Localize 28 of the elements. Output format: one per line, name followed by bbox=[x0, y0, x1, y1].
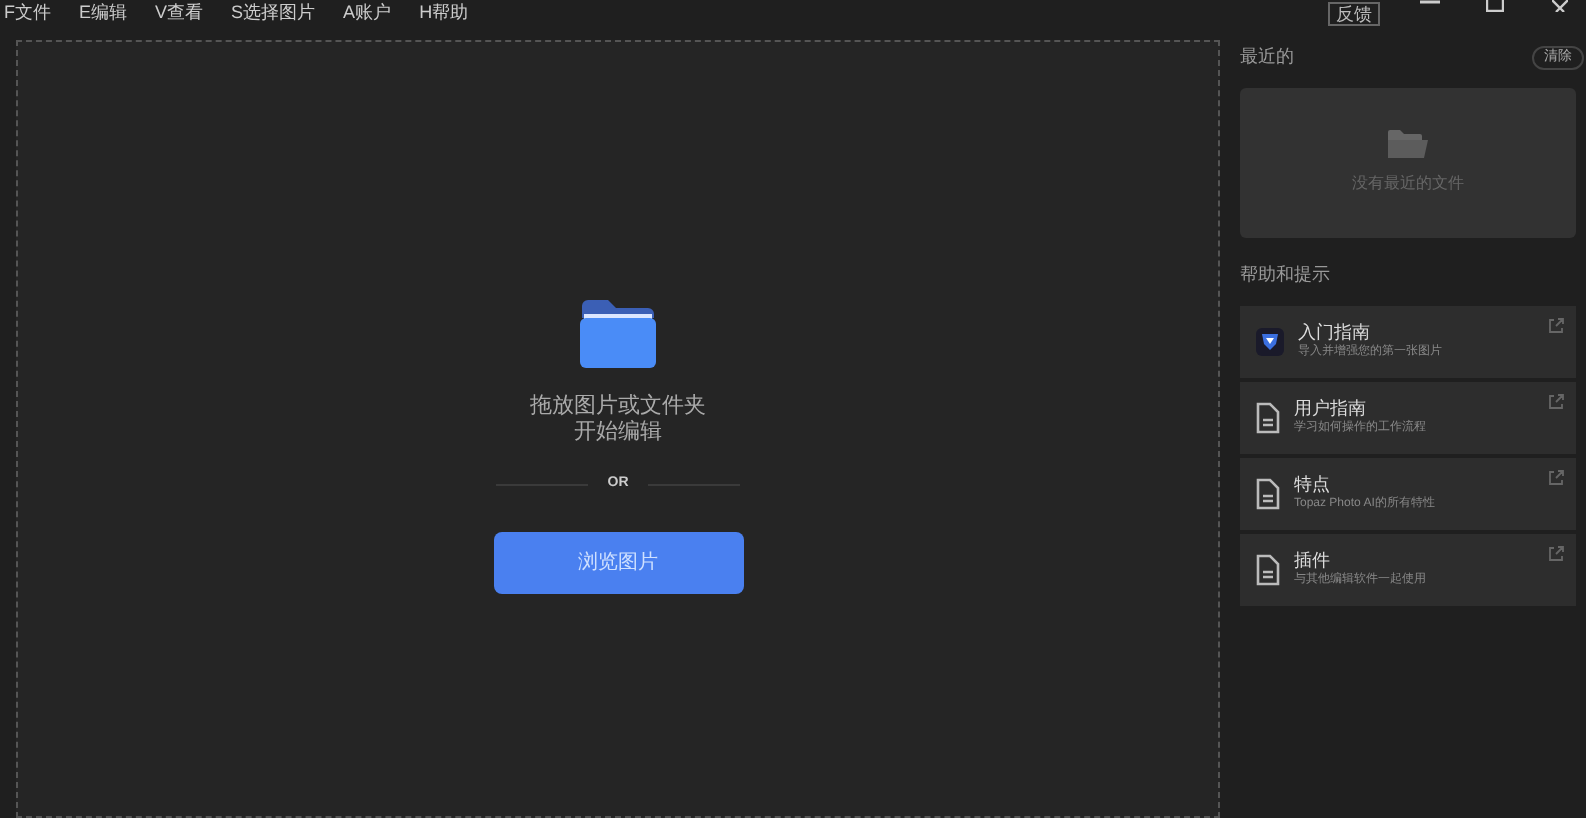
external-link-icon[interactable] bbox=[1548, 317, 1564, 333]
external-link-icon[interactable] bbox=[1548, 469, 1564, 485]
document-icon bbox=[1256, 477, 1280, 509]
menu-item[interactable]: E编辑 bbox=[79, 2, 128, 22]
menu-item[interactable]: F文件 bbox=[4, 2, 51, 22]
help-item-title: 特点 bbox=[1294, 474, 1332, 496]
folder-icon bbox=[1388, 130, 1428, 158]
help-title: 帮助和提示 bbox=[1240, 262, 1332, 288]
close-icon[interactable] bbox=[1552, 0, 1568, 12]
help-item-title: 入门指南 bbox=[1298, 322, 1372, 344]
shield-app-icon bbox=[1256, 327, 1284, 355]
external-link-icon[interactable] bbox=[1548, 393, 1564, 409]
document-icon bbox=[1256, 401, 1280, 433]
drop-hint: 拖放图片或文件夹 bbox=[530, 394, 706, 420]
drop-hint: 开始编辑 bbox=[574, 420, 662, 446]
document-icon bbox=[1256, 553, 1280, 585]
menu-item[interactable]: A账户 bbox=[343, 2, 392, 22]
menu-item[interactable]: S选择图片 bbox=[231, 2, 316, 22]
minimize-icon[interactable] bbox=[1420, 0, 1440, 8]
maximize-icon[interactable] bbox=[1486, 0, 1504, 12]
feedback-button[interactable]: 反馈 bbox=[1328, 2, 1380, 26]
recent-title: 最近的 bbox=[1240, 44, 1294, 71]
menu-item[interactable]: V查看 bbox=[155, 2, 204, 22]
help-item-title: 用户指南 bbox=[1294, 398, 1368, 420]
folder-icon bbox=[578, 298, 658, 370]
external-link-icon[interactable] bbox=[1548, 545, 1564, 561]
menu-item[interactable]: H帮助 bbox=[419, 2, 469, 22]
help-item-title: 插件 bbox=[1294, 550, 1332, 572]
